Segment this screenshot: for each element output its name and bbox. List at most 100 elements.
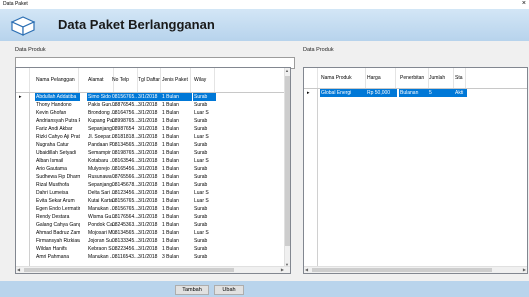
customer-cell[interactable]: Luar S [193,189,216,197]
product-cell[interactable]: Bulanan [399,89,430,97]
customer-row[interactable]: Rendy Destara Wisma Gu... 08176564... 3/1/2… [16,213,290,221]
customer-cell[interactable]: 08133345... [111,237,139,245]
customer-cell[interactable]: 08164756... [111,109,139,117]
customer-cell[interactable]: Egen Endo Lermatin [35,205,80,213]
customer-cell[interactable]: Firmansyah Rizkiawan [35,237,80,245]
product-cell[interactable]: 5 [428,89,455,97]
customer-cell[interactable]: Dahri Lumeisa [35,189,80,197]
customer-cell[interactable]: 08116543... [111,253,139,261]
customer-cell[interactable]: Surab [193,237,216,245]
customer-cell[interactable]: 3/1/2018 [137,93,162,101]
customer-cell[interactable]: Wildan Hanifs [35,245,80,253]
customer-cell[interactable]: 1 Bulan [161,197,192,205]
customer-cell[interactable]: 3/1/2018 [137,213,162,221]
product-column-header[interactable]: Nama Produk [319,68,366,88]
customer-cell[interactable]: 3/1/2018 [137,109,162,117]
customer-cell[interactable]: Surab [193,173,216,181]
horizontal-scrollbar[interactable]: ◀ ▶ [16,266,290,273]
customer-cell[interactable]: 08156765... [111,205,139,213]
customer-cell[interactable]: 1 Bulan [161,189,192,197]
product-grid[interactable]: Nama Produk Harga Penerbitan Jumlah Sta ▸ Glo… [303,67,528,274]
customer-cell[interactable]: 3/1/2018 [137,141,162,149]
customer-cell[interactable]: 08765566... [111,173,139,181]
customer-cell[interactable]: Rizal Musthofa [35,181,80,189]
customer-cell[interactable]: 1 Bulan [161,157,192,165]
customer-cell[interactable]: 08876545... [111,101,139,109]
customer-grid[interactable]: Nama Pelanggan Alamat No Telp Tgl Daftar Jen… [15,67,291,274]
customer-cell[interactable]: Andriansyah Putra Prata... [35,117,80,125]
customer-cell[interactable]: Luar S [193,229,216,237]
customer-cell[interactable]: Surab [193,117,216,125]
customer-row[interactable]: Ario Gautama Mulyorejo ... 08165456... 3/1/… [16,165,290,173]
customer-cell[interactable]: Surab [193,101,216,109]
customer-cell[interactable]: Surab [193,221,216,229]
add-button[interactable]: Tambah [175,285,209,295]
edit-button[interactable]: Ubah [214,285,244,295]
customer-row[interactable]: Galang Cahya GanggawaPondok Ca...0824536… [16,221,290,229]
customer-cell[interactable]: Luar S [193,157,216,165]
customer-row[interactable]: Kevin Ghofan Brondong ... 08164756... 3/1/2… [16,109,290,117]
customer-cell[interactable]: 08998765... [111,117,139,125]
customer-cell[interactable]: 3/1/2018 [137,189,162,197]
customer-cell[interactable]: 3/1/2018 [137,165,162,173]
product-column-header[interactable]: Penerbitan [398,68,429,88]
customer-cell[interactable]: 3 Bulan [161,253,192,261]
customer-row[interactable]: Rizki Cahyo Aji PratamaJl. Soepar...0818… [16,133,290,141]
customer-column-header[interactable]: Wilay [192,68,215,92]
customer-cell[interactable]: 1 Bulan [161,109,192,117]
customer-cell[interactable]: 08181818... [111,133,139,141]
customer-cell[interactable]: Surab [193,165,216,173]
customer-column-header[interactable]: Nama Pelanggan [34,68,79,92]
customer-cell[interactable]: 08156765... [111,93,139,101]
customer-column-header[interactable]: Jenis Paket [160,68,191,92]
customer-row[interactable]: Amri Pahmana Manukan ... 08116543... 3/1/20… [16,253,290,261]
customer-cell[interactable]: Luar S [193,133,216,141]
customer-cell[interactable]: Amri Pahmana [35,253,80,261]
customer-row[interactable]: Alban Ismail Kotabaru ... 08163546... 3/1/2… [16,157,290,165]
scroll-thumb[interactable] [312,268,492,272]
customer-cell[interactable]: Nugraha Catur [35,141,80,149]
scroll-thumb[interactable] [24,268,234,272]
customer-cell[interactable]: Fariz Andi Akbar [35,125,80,133]
customer-cell[interactable]: Surab [193,245,216,253]
customer-cell[interactable]: 3/1/2018 [137,237,162,245]
customer-cell[interactable]: 3/1/2018 [137,173,162,181]
customer-cell[interactable]: 08163546... [111,157,139,165]
customer-cell[interactable]: 3/1/2018 [137,101,162,109]
customer-cell[interactable]: Surab [193,253,216,261]
customer-cell[interactable]: Surab [193,93,216,101]
customer-cell[interactable]: 3/1/2018 [137,205,162,213]
customer-row[interactable]: Ahmad Badruz ZamanMojosari M...08134565.… [16,229,290,237]
customer-cell[interactable]: 1 Bulan [161,181,192,189]
customer-cell[interactable]: 1 Bulan [161,213,192,221]
customer-cell[interactable]: 1 Bulan [161,205,192,213]
customer-cell[interactable]: 1 Bulan [161,229,192,237]
product-row[interactable]: ▸ Global Energi Rp 50,000 Bulanan 5 Akti [304,89,527,97]
customer-cell[interactable]: Surab [193,213,216,221]
customer-cell[interactable]: Surab [193,141,216,149]
customer-cell[interactable]: 3/1/2018 [137,197,162,205]
customer-cell[interactable]: 3/1/2018 [137,133,162,141]
product-column-header[interactable]: Sta [453,68,466,88]
customer-row[interactable]: Sudhewa Fip DharmawanRusunawa ...0876556… [16,173,290,181]
customer-column-header[interactable]: Tgl Daftar [136,68,161,92]
customer-cell[interactable]: Abdullah Addatiba [35,93,80,101]
customer-cell[interactable]: 1 Bulan [161,245,192,253]
product-cell[interactable]: Akti [454,89,467,97]
scroll-left-icon[interactable]: ◀ [305,267,308,272]
customer-row[interactable]: Wildan Hanifs Kebraon S... 08223456... 3/1/… [16,245,290,253]
customer-cell[interactable]: 08987654 [111,125,139,133]
customer-row[interactable]: Evita Sekar Arum Kutai Karta... 08156765..… [16,197,290,205]
scroll-thumb[interactable] [285,76,290,246]
customer-cell[interactable]: 3/1/2018 [137,253,162,261]
customer-cell[interactable]: 1 Bulan [161,237,192,245]
scroll-right-icon[interactable]: ▶ [281,267,284,272]
customer-cell[interactable]: 1 Bulan [161,93,192,101]
customer-cell[interactable]: 1 Bulan [161,101,192,109]
customer-cell[interactable]: 08156765... [111,197,139,205]
close-icon[interactable]: × [522,0,526,8]
customer-row[interactable]: Fariz Andi Akbar Sepanjang... 08987654 3/1/… [16,125,290,133]
customer-cell[interactable]: 3/1/2018 [137,149,162,157]
customer-row[interactable]: Egen Endo Lermatin Manukan ... 08156765...… [16,205,290,213]
customer-cell[interactable]: Ubaidillah Setyadi [35,149,80,157]
